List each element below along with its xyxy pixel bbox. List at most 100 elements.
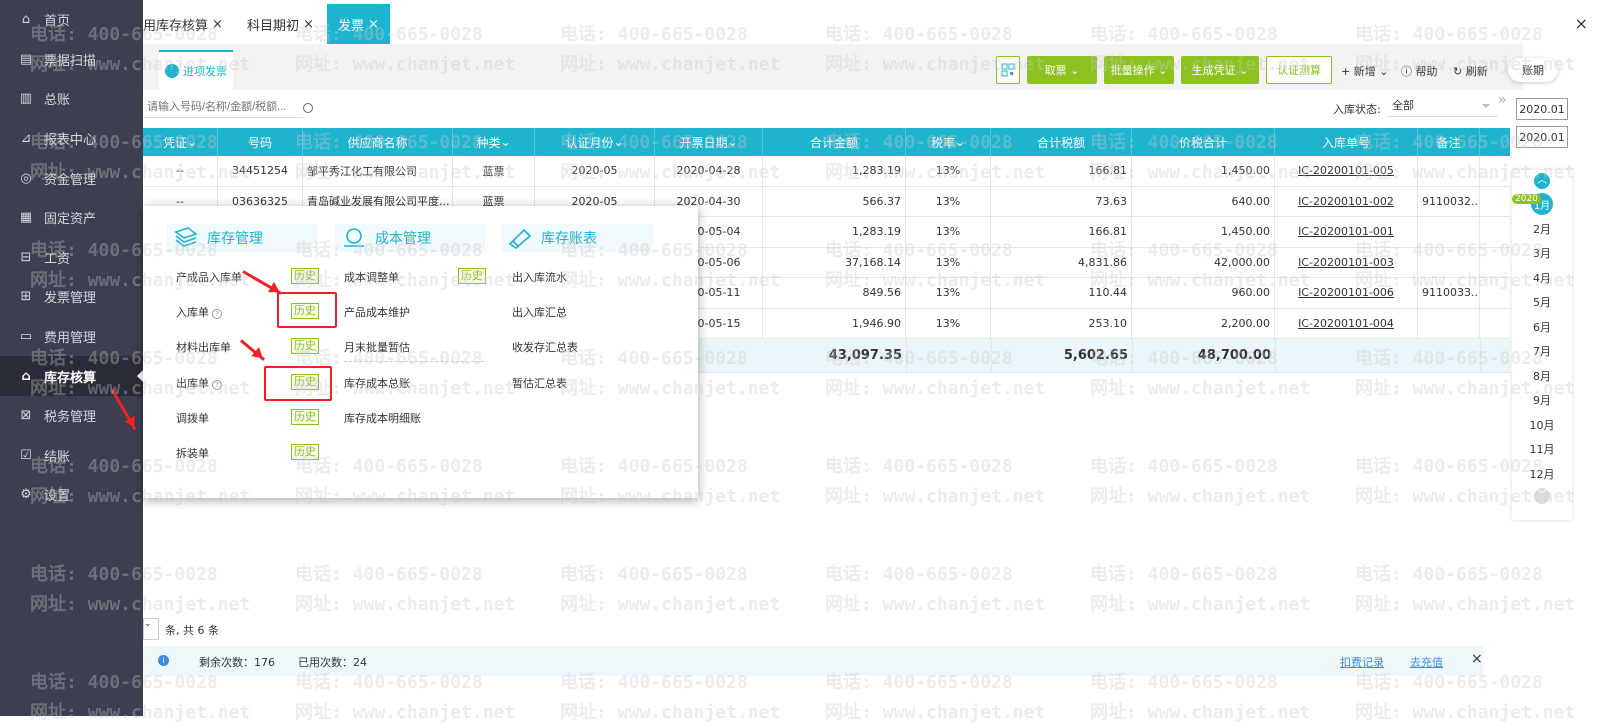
tab-opening-balance[interactable]: 科目期初 ×	[241, 4, 320, 44]
sidebar-item-warehouse[interactable]: ⌂ 库存核算	[0, 356, 143, 396]
month-item[interactable]: 8月	[1512, 364, 1572, 389]
sidebar-item-home[interactable]: ⌂ 首页	[0, 0, 143, 40]
table-cell: 4,831.86	[991, 247, 1132, 277]
column-header[interactable]: 开票日期 ⌄	[655, 128, 763, 156]
menu-issue[interactable]: 出库单?	[176, 375, 222, 391]
help-icon[interactable]: ?	[212, 309, 222, 319]
menu-transfer[interactable]: 调拨单	[176, 410, 209, 426]
sidebar-item-tax[interactable]: ⊠ 税务管理	[0, 396, 143, 436]
column-header[interactable]: 凭证 ⌄	[143, 128, 218, 156]
generate-voucher-button[interactable]: 生成凭证 ⌄	[1181, 56, 1259, 84]
period-start[interactable]: 2020.01	[1516, 98, 1568, 120]
column-header[interactable]: 认证月份 ⌄	[535, 128, 655, 156]
sidebar-item-gear[interactable]: ⚙ 设置	[0, 475, 143, 515]
menu-receipt[interactable]: 入库单?	[176, 304, 222, 320]
receipt-link[interactable]: IC-20200101-002	[1275, 186, 1418, 216]
menu-cost-detail-ledger[interactable]: 库存成本明细账	[344, 410, 421, 426]
receipt-link[interactable]: IC-20200101-006	[1275, 278, 1418, 308]
sidebar-item-label: 费用管理	[44, 331, 97, 347]
sidebar-item-label: 票据扫描	[44, 53, 97, 69]
period-end[interactable]: 2020.01	[1516, 126, 1568, 148]
column-header-label: 税率	[930, 135, 955, 150]
stock-status-select[interactable]: 全部	[1388, 97, 1498, 117]
verify-calc-button[interactable]: 认证测算	[1266, 56, 1332, 84]
menu-month-end-estimate[interactable]: 月末批量暂估	[344, 339, 484, 362]
sidebar-item-chart[interactable]: ⊿ 报表中心	[0, 119, 143, 159]
help-label: 帮助	[1415, 65, 1438, 78]
sidebar-item-ledger[interactable]: ▥ 总账	[0, 79, 143, 119]
menu-assembly[interactable]: 拆装单	[176, 445, 209, 461]
close-icon[interactable]: ×	[1471, 651, 1483, 667]
search-input[interactable]	[143, 96, 303, 118]
sidebar-item-asset[interactable]: ▦ 固定资产	[0, 198, 143, 238]
month-item[interactable]: 2月	[1512, 217, 1572, 242]
sidebar-item-invoice[interactable]: ⊞ 发票管理	[0, 277, 143, 317]
scroll-down-icon[interactable]: ﹀	[1512, 486, 1572, 506]
month-item[interactable]: 5月	[1512, 290, 1572, 315]
scroll-up-icon[interactable]: ︿	[1512, 170, 1572, 192]
menu-stock-summary[interactable]: 出入库汇总	[512, 304, 567, 320]
menu-stock-flow[interactable]: 出入库流水	[512, 269, 567, 285]
period-button[interactable]: 账期	[1508, 58, 1558, 82]
page-size-select[interactable]: ⌄	[143, 618, 159, 640]
column-header[interactable]: 种类 ⌄	[453, 128, 535, 156]
month-item[interactable]: 11月	[1512, 437, 1572, 462]
help-icon[interactable]: ?	[212, 380, 222, 390]
sidebar-item-money[interactable]: ◎ 资金管理	[0, 158, 143, 198]
close-icon[interactable]: ×	[1575, 14, 1588, 33]
column-header[interactable]: 税率 ⌄	[906, 128, 991, 156]
month-item[interactable]: 9月	[1512, 388, 1572, 413]
menu-cost-general-ledger[interactable]: 库存成本总账	[344, 375, 410, 391]
month-item[interactable]: 12月	[1512, 462, 1572, 487]
help-button[interactable]: ⓘ 帮助	[1401, 63, 1438, 79]
close-icon[interactable]: ×	[368, 17, 379, 32]
table-cell	[1418, 156, 1480, 186]
history-link[interactable]: 历史	[291, 409, 319, 425]
sidebar-item-label: 固定资产	[44, 212, 97, 228]
table-cell: 2020-05	[535, 156, 655, 186]
qr-code-button[interactable]	[996, 56, 1020, 84]
history-link[interactable]: 历史	[291, 444, 319, 460]
fetch-invoice-button[interactable]: 取票 ⌄	[1027, 56, 1097, 84]
section-inventory-management: 库存管理	[167, 224, 317, 252]
sidebar-item-checkout[interactable]: ☑ 结账	[0, 436, 143, 476]
table-cell: 960.00	[1132, 278, 1275, 308]
month-item[interactable]: 3月	[1512, 241, 1572, 266]
sidebar-item-scan[interactable]: ▤ 票据扫描	[0, 40, 143, 80]
menu-estimate-summary[interactable]: 暂估汇总表	[512, 375, 567, 391]
menu-product-cost[interactable]: 产品成本维护	[344, 304, 410, 320]
menu-finished-goods-receipt[interactable]: 产成品入库单	[176, 269, 242, 285]
ledger-icon: ▥	[19, 91, 33, 107]
tab-input-invoice[interactable]: 进项发票	[159, 50, 233, 90]
history-link[interactable]: 历史	[291, 338, 319, 354]
table-cell: 640.00	[1132, 186, 1275, 216]
menu-inout-summary[interactable]: 收发存汇总表	[512, 339, 578, 355]
search-icon[interactable]	[303, 103, 313, 113]
recharge-link[interactable]: 去充值	[1410, 654, 1443, 670]
history-link[interactable]: 历史	[291, 268, 319, 284]
add-button[interactable]: + 新增 ⌄	[1341, 63, 1388, 79]
sidebar-item-label: 库存核算	[44, 370, 97, 386]
batch-operation-button[interactable]: 批量操作 ⌄	[1104, 56, 1174, 84]
history-link[interactable]: 历史	[458, 268, 486, 284]
close-icon[interactable]: ×	[212, 17, 223, 32]
receipt-link[interactable]: IC-20200101-001	[1275, 217, 1418, 247]
refresh-button[interactable]: ↻ 刷新	[1453, 63, 1488, 79]
month-item[interactable]: 10月	[1512, 413, 1572, 438]
table-row[interactable]: -- 34451254 邹平秀江化工有限公司 蓝票 2020-05 2020-04-28 1…	[143, 156, 1510, 187]
menu-cost-adjustment[interactable]: 成本调整单	[344, 269, 399, 285]
fee-record-link[interactable]: 扣费记录	[1340, 654, 1384, 670]
sidebar-item-wallet[interactable]: ▭ 费用管理	[0, 317, 143, 357]
sidebar-item-salary[interactable]: ⊟ 工资	[0, 238, 143, 278]
tab-invoice[interactable]: 发票 ×	[327, 4, 390, 44]
receipt-link[interactable]: IC-20200101-004	[1275, 308, 1418, 338]
month-item[interactable]: 6月	[1512, 315, 1572, 340]
menu-material-issue[interactable]: 材料出库单	[176, 339, 231, 355]
tab-inventory[interactable]: 用库存核算 ×	[143, 4, 229, 44]
close-icon[interactable]: ×	[303, 17, 314, 32]
receipt-link[interactable]: IC-20200101-005	[1275, 156, 1418, 186]
receipt-link[interactable]: IC-20200101-003	[1275, 247, 1418, 277]
month-item[interactable]: 4月	[1512, 266, 1572, 291]
month-item[interactable]: 7月	[1512, 339, 1572, 364]
collapse-icon[interactable]: »	[1498, 92, 1507, 108]
